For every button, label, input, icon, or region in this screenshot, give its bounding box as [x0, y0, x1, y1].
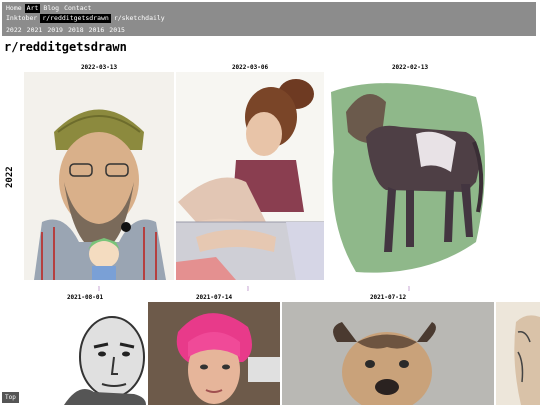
nav-art[interactable]: Art	[24, 4, 41, 13]
year-link-2019[interactable]: 2019	[45, 26, 65, 34]
artwork-card[interactable]: 2022-03-06	[176, 64, 324, 282]
nav-sketchdaily[interactable]: r/sketchdaily	[112, 14, 167, 23]
year-link-2018[interactable]: 2018	[66, 26, 86, 34]
year-section-label: 2022	[5, 166, 15, 188]
artwork-card[interactable]: 2021-07-12	[282, 294, 494, 405]
year-nav: 2022 2021 2019 2018 2016 2015	[4, 26, 127, 34]
main-nav: Home Art Blog Contact	[4, 4, 93, 13]
year-link-2015[interactable]: 2015	[107, 26, 127, 34]
gallery-marker: ▯	[246, 285, 250, 292]
page-title: r/redditgetsdrawn	[4, 40, 127, 54]
nav-redditgetsdrawn[interactable]: r/redditgetsdrawn	[40, 14, 111, 23]
nav-inktober[interactable]: Inktober	[4, 14, 39, 23]
nav-contact[interactable]: Contact	[62, 4, 93, 13]
artwork-card[interactable]: 2021-08-01	[24, 294, 146, 405]
back-to-top-button[interactable]: Top	[2, 392, 19, 403]
artwork-date: 2022-03-06	[231, 64, 269, 71]
art-subnav: Inktober r/redditgetsdrawn r/sketchdaily	[4, 14, 167, 23]
artwork-image[interactable]	[176, 72, 324, 280]
artwork-image[interactable]	[326, 72, 494, 280]
artwork-image[interactable]	[496, 302, 540, 405]
year-link-2016[interactable]: 2016	[87, 26, 107, 34]
artwork-card[interactable]: 2022-02-13	[326, 64, 494, 282]
top-navigation: Home Art Blog Contact Inktober r/redditg…	[2, 2, 536, 36]
artwork-date: 2021-08-01	[66, 294, 104, 301]
nav-home[interactable]: Home	[4, 4, 24, 13]
nav-blog[interactable]: Blog	[41, 4, 61, 13]
artwork-image[interactable]	[148, 302, 280, 405]
gallery-marker: ▯	[407, 285, 411, 292]
artwork-card[interactable]: 2021-07-14	[148, 294, 280, 405]
artwork-date: 2021-07-12	[369, 294, 407, 301]
artwork-date: 2022-02-13	[391, 64, 429, 71]
artwork-image[interactable]	[24, 302, 146, 405]
gallery-marker: ▯	[97, 285, 101, 292]
artwork-card[interactable]	[496, 294, 540, 405]
artwork-image[interactable]	[24, 72, 174, 280]
artwork-date: 2022-03-13	[80, 64, 118, 71]
year-link-2021[interactable]: 2021	[25, 26, 45, 34]
artwork-date: 2021-07-14	[195, 294, 233, 301]
artwork-card[interactable]: 2022-03-13	[24, 64, 174, 282]
artwork-image[interactable]	[282, 302, 494, 405]
year-link-2022[interactable]: 2022	[4, 26, 24, 34]
